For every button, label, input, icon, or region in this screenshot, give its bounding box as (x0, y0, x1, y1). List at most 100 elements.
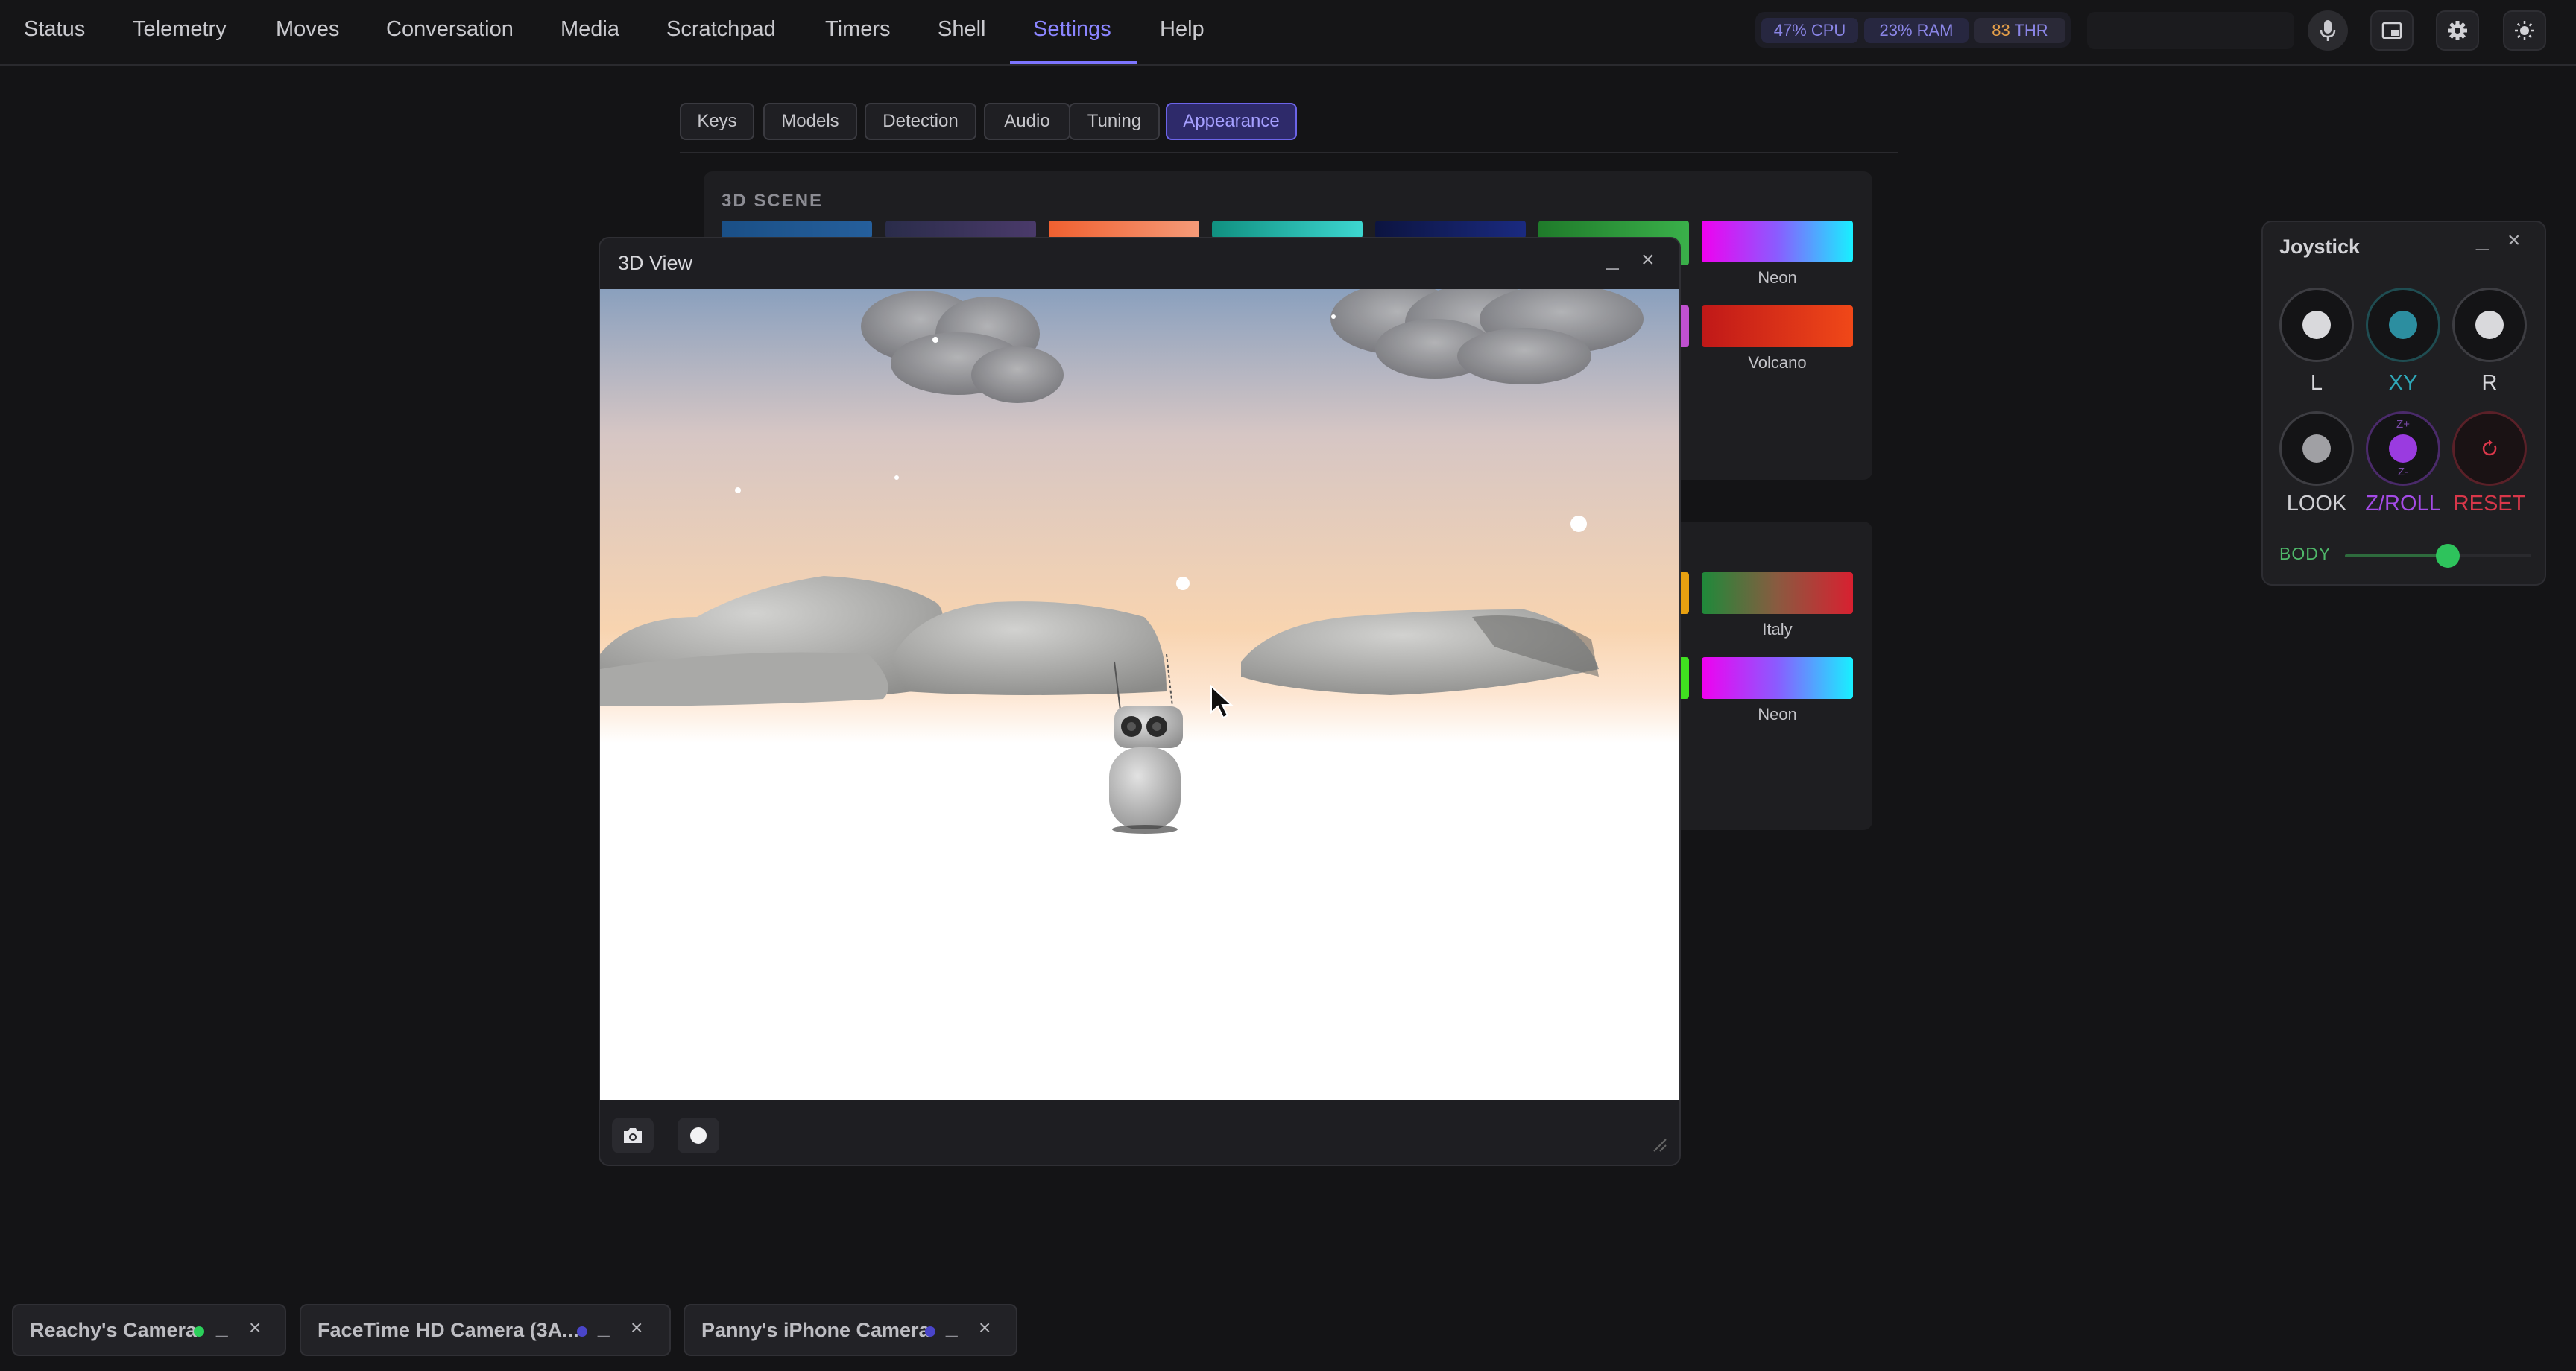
camera-dock-item[interactable]: FaceTime HD Camera (3A... _ × (300, 1304, 671, 1356)
3d-view-window: 3D View _ × (599, 237, 1681, 1166)
camera-name: Reachy's Camera (30, 1319, 198, 1341)
nav-help[interactable]: Help (1160, 0, 1205, 63)
camera-dock-item[interactable]: Panny's iPhone Camera _ × (684, 1304, 1017, 1356)
camera-name: Panny's iPhone Camera (701, 1319, 930, 1341)
knob-label: Z/ROLL (2365, 492, 2441, 516)
nav-timers[interactable]: Timers (825, 0, 891, 63)
theme-swatch-neon[interactable] (1702, 657, 1853, 699)
zroll-top-label: Z+ (2396, 418, 2410, 431)
camera-name: FaceTime HD Camera (3A... (318, 1319, 579, 1341)
cpu-stat: 47% CPU (1761, 18, 1858, 43)
status-dot (925, 1326, 935, 1337)
theme-swatch-volcano[interactable] (1702, 305, 1853, 347)
status-dot (194, 1326, 204, 1337)
nav-telemetry[interactable]: Telemetry (133, 0, 227, 63)
minimize-button[interactable]: _ (598, 1314, 610, 1338)
gear-icon (2448, 21, 2467, 40)
system-stats: 47% CPU 23% RAM 83 THR (1755, 12, 2071, 48)
close-button[interactable]: × (631, 1316, 643, 1340)
search-input[interactable] (2087, 12, 2294, 49)
left-joystick[interactable] (2279, 288, 2354, 362)
camera-icon (624, 1128, 642, 1143)
reset-icon (2482, 440, 2497, 456)
joystick-minimize-button[interactable]: _ (2476, 227, 2489, 252)
close-button[interactable]: × (979, 1316, 991, 1340)
swatch-label: Neon (1758, 705, 1797, 724)
resize-handle-icon[interactable] (1651, 1136, 1669, 1154)
tab-tuning[interactable]: Tuning (1069, 103, 1160, 140)
nav-scratchpad[interactable]: Scratchpad (666, 0, 776, 63)
body-slider-thumb[interactable] (2435, 544, 2460, 568)
theme-toggle-button[interactable] (2503, 10, 2546, 51)
reset-button[interactable] (2452, 411, 2527, 486)
zroll-joystick[interactable]: Z+ Z- (2366, 411, 2440, 486)
picture-in-picture-icon (2381, 22, 2402, 39)
nav-conversation[interactable]: Conversation (386, 0, 514, 63)
ram-stat: 23% RAM (1864, 18, 1969, 43)
joystick-thumb[interactable] (2475, 311, 2504, 339)
theme-swatch[interactable] (1049, 221, 1199, 238)
picture-in-picture-button[interactable] (2370, 10, 2414, 51)
joystick-thumb[interactable] (2389, 434, 2417, 463)
swatch-label: Italy (1762, 620, 1793, 639)
minimize-button[interactable]: _ (946, 1314, 958, 1338)
tab-audio[interactable]: Audio (984, 103, 1070, 140)
theme-swatch-italy[interactable] (1702, 572, 1853, 614)
3d-viewport[interactable] (600, 289, 1679, 1100)
body-slider-label: BODY (2279, 544, 2332, 563)
joystick-title: Joystick (2279, 235, 2361, 258)
joystick-close-button[interactable]: × (2507, 228, 2521, 253)
thr-label: THR (2014, 21, 2048, 39)
joystick-panel: Joystick _ × L XY R LOOK Z+ Z- Z/ROLL RE… (2261, 221, 2546, 586)
microphone-icon (2320, 20, 2336, 41)
tab-appearance[interactable]: Appearance (1166, 103, 1297, 140)
status-dot (577, 1326, 587, 1337)
tab-keys[interactable]: Keys (680, 103, 754, 140)
thr-stat: 83 THR (1974, 18, 2065, 43)
minimize-button[interactable]: _ (216, 1314, 228, 1338)
knob-label: RESET (2453, 492, 2526, 516)
theme-swatch-neon[interactable] (1702, 221, 1853, 262)
knob-label: XY (2388, 371, 2418, 395)
swatch-label: Neon (1758, 268, 1797, 287)
tab-models[interactable]: Models (763, 103, 857, 140)
close-button[interactable]: × (249, 1316, 261, 1340)
nav-moves[interactable]: Moves (276, 0, 339, 63)
window-title: 3D View (618, 252, 693, 274)
joystick-thumb[interactable] (2389, 311, 2417, 339)
theme-swatch[interactable] (1375, 221, 1526, 238)
close-button[interactable]: × (1641, 247, 1655, 273)
scene-panel-title: 3D SCENE (722, 191, 824, 211)
nav-active-indicator (1010, 61, 1137, 64)
xy-joystick[interactable] (2366, 288, 2440, 362)
mic-button[interactable] (2308, 10, 2348, 51)
knob-label: LOOK (2286, 492, 2347, 516)
snapshot-button[interactable] (612, 1118, 654, 1153)
record-button[interactable] (678, 1118, 719, 1153)
camera-dock-item[interactable]: Reachy's Camera _ × (12, 1304, 286, 1356)
look-joystick[interactable] (2279, 411, 2354, 486)
3d-scene (600, 289, 1679, 1100)
joystick-thumb[interactable] (2302, 311, 2331, 339)
top-nav: Status Telemetry Moves Conversation Medi… (0, 0, 2576, 66)
nav-settings[interactable]: Settings (1033, 0, 1111, 63)
zroll-bottom-label: Z- (2397, 466, 2409, 478)
knob-label: R (2481, 371, 2498, 395)
nav-shell[interactable]: Shell (938, 0, 986, 63)
right-joystick[interactable] (2452, 288, 2527, 362)
tab-detection[interactable]: Detection (865, 103, 976, 140)
settings-tabs: Keys Models Detection Audio Tuning Appea… (680, 103, 1898, 153)
minimize-button[interactable]: _ (1606, 246, 1619, 271)
nav-status[interactable]: Status (24, 0, 85, 63)
theme-swatch[interactable] (722, 221, 872, 238)
sun-icon (2515, 21, 2534, 40)
settings-button[interactable] (2436, 10, 2479, 51)
swatch-label: Volcano (1748, 353, 1807, 372)
knob-label: L (2310, 371, 2323, 395)
nav-media[interactable]: Media (561, 0, 619, 63)
record-icon (690, 1127, 707, 1144)
theme-swatch[interactable] (886, 221, 1036, 238)
theme-swatch[interactable] (1212, 221, 1363, 238)
joystick-thumb[interactable] (2302, 434, 2331, 463)
thr-value: 83 (1992, 21, 2010, 39)
